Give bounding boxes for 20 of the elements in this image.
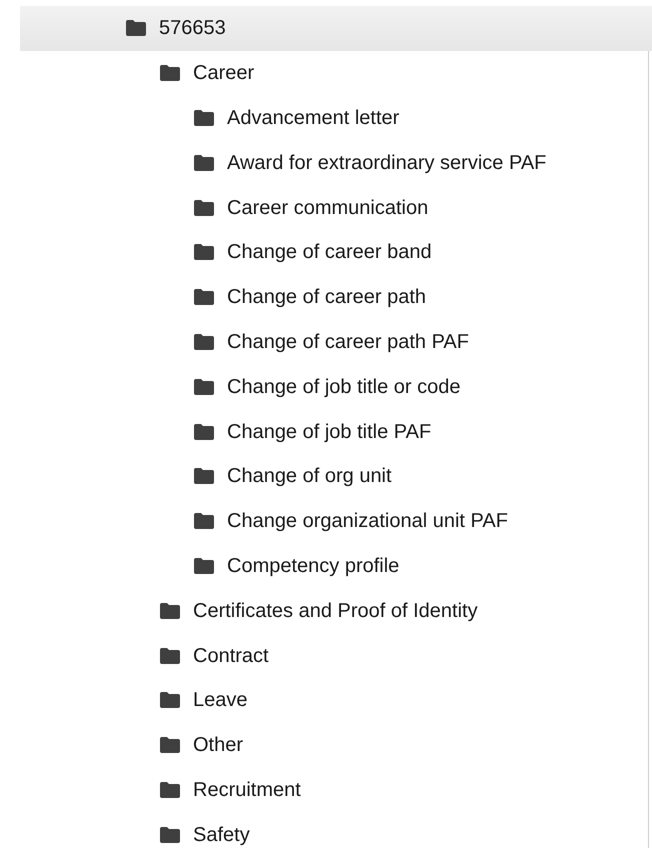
folder-icon xyxy=(159,826,181,844)
folder-icon xyxy=(193,108,215,127)
folder-icon xyxy=(193,467,215,486)
folder-icon xyxy=(159,646,181,665)
folder-icon xyxy=(193,378,215,396)
folder-icon xyxy=(125,19,147,38)
folder-icon xyxy=(193,556,215,575)
folder-icon xyxy=(159,64,181,82)
folder-icon xyxy=(193,512,215,530)
folder-icon xyxy=(193,288,215,306)
folder-icon xyxy=(159,602,181,620)
folder-icon xyxy=(193,332,215,351)
folder-icon xyxy=(193,154,215,172)
folder-icon xyxy=(159,736,181,754)
folder-icon xyxy=(193,243,215,262)
folder-icon xyxy=(193,422,215,441)
tree-item[interactable]: 576653 xyxy=(20,6,652,51)
folder-icon xyxy=(159,780,181,799)
folder-icon xyxy=(193,198,215,217)
folder-icon xyxy=(159,691,181,710)
